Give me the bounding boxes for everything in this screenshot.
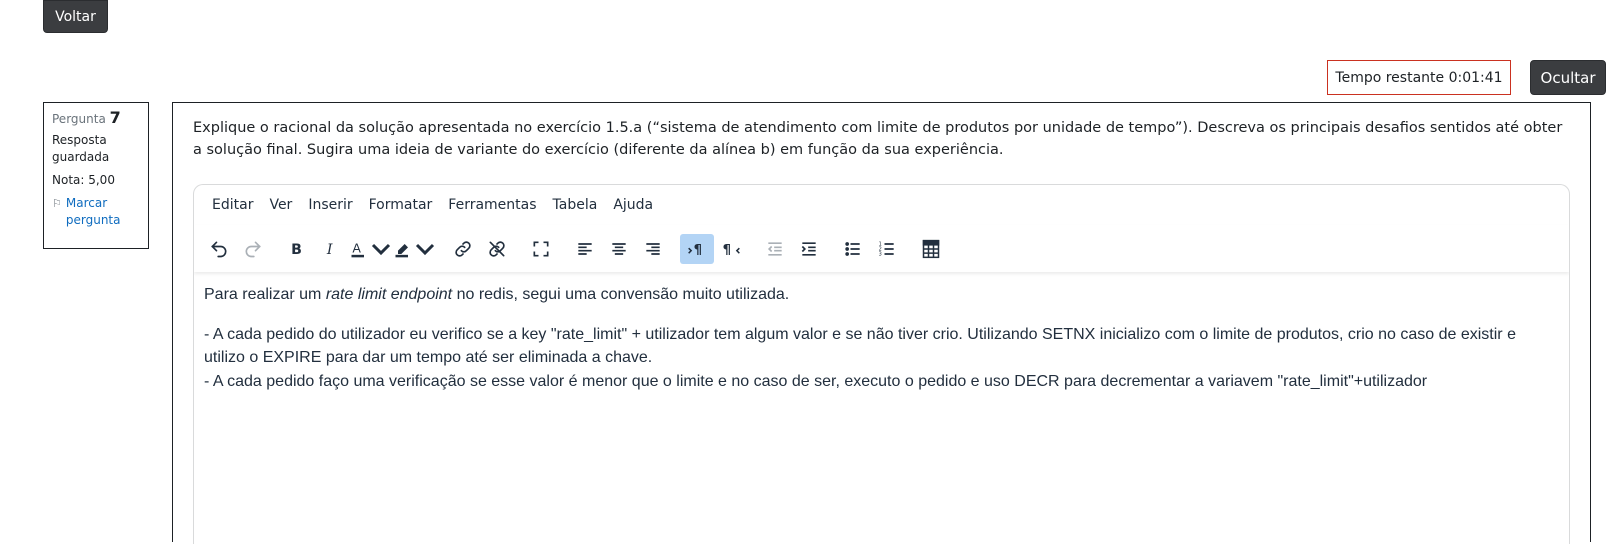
ltr-icon[interactable]: ¶ <box>680 233 714 264</box>
menu-editar[interactable]: Editar <box>204 193 261 217</box>
highlight-color-icon[interactable] <box>392 234 436 264</box>
timer-label: Tempo restante <box>1335 69 1445 86</box>
align-left-icon[interactable] <box>568 234 602 264</box>
link-icon[interactable] <box>446 234 480 264</box>
undo-icon[interactable] <box>202 234 236 264</box>
answer-emphasis: rate limit endpoint <box>325 286 453 303</box>
answer-paragraph-2: - A cada pedido do utilizador eu verific… <box>204 323 1559 394</box>
svg-text:A: A <box>352 240 361 255</box>
question-info-panel: Pergunta 7 Resposta guardada Nota: 5,00 … <box>43 102 149 249</box>
editor-toolbar: B I A ¶ ¶ 123 <box>194 225 1569 272</box>
italic-icon[interactable]: I <box>314 234 348 264</box>
flag-question-label: Marcar pergunta <box>65 196 121 227</box>
question-number: 7 <box>109 108 121 127</box>
menu-tabela[interactable]: Tabela <box>545 193 606 217</box>
svg-text:I: I <box>326 242 333 258</box>
timer-display: Tempo restante 0:01:41 <box>1327 60 1511 95</box>
svg-text:B: B <box>291 242 302 258</box>
rich-text-editor: Editar Ver Inserir Formatar Ferramentas … <box>193 184 1570 544</box>
question-content: Explique o racional da solução apresenta… <box>172 102 1591 544</box>
numbered-list-icon[interactable]: 123 <box>870 234 904 264</box>
text-color-icon[interactable]: A <box>348 234 392 264</box>
answer-line-2: - A cada pedido faço uma verificação se … <box>204 372 1428 390</box>
editor-menubar: Editar Ver Inserir Formatar Ferramentas … <box>194 185 1569 225</box>
rtl-icon[interactable]: ¶ <box>714 234 748 264</box>
question-text: Explique o racional da solução apresenta… <box>193 120 1563 158</box>
svg-text:¶: ¶ <box>723 243 731 258</box>
calculator-icon[interactable] <box>914 234 948 264</box>
hide-timer-button[interactable]: Ocultar <box>1530 60 1606 95</box>
svg-text:3: 3 <box>879 251 882 257</box>
answer-text: no redis, segui uma convensão muito util… <box>452 286 790 303</box>
redo-icon[interactable] <box>236 234 270 264</box>
outdent-icon[interactable] <box>758 234 792 264</box>
back-button[interactable]: Voltar <box>43 0 108 33</box>
menu-ferramentas[interactable]: Ferramentas <box>440 193 544 217</box>
flag-question-link[interactable]: ⚐ Marcar pergunta <box>52 195 140 229</box>
menu-inserir[interactable]: Inserir <box>300 193 360 217</box>
answer-line-1: - A cada pedido do utilizador eu verific… <box>204 325 1516 367</box>
indent-icon[interactable] <box>792 234 826 264</box>
bold-icon[interactable]: B <box>280 234 314 264</box>
answer-paragraph-1: Para realizar um rate limit endpoint no … <box>204 283 1559 307</box>
timer-value: 0:01:41 <box>1448 69 1503 86</box>
menu-ajuda[interactable]: Ajuda <box>605 193 661 217</box>
align-right-icon[interactable] <box>636 234 670 264</box>
question-label: Pergunta <box>52 112 106 126</box>
question-state: Resposta guardada <box>52 133 110 164</box>
unlink-icon[interactable] <box>480 234 514 264</box>
editor-content-area[interactable]: Para realizar um rate limit endpoint no … <box>194 277 1569 544</box>
bullet-list-icon[interactable] <box>836 234 870 264</box>
fullscreen-icon[interactable] <box>524 234 558 264</box>
menu-formatar[interactable]: Formatar <box>361 193 441 217</box>
flag-icon: ⚐ <box>52 197 62 210</box>
answer-text: Para realizar um <box>204 286 326 303</box>
menu-ver[interactable]: Ver <box>261 193 300 217</box>
svg-text:¶: ¶ <box>694 243 702 258</box>
align-center-icon[interactable] <box>602 234 636 264</box>
question-grade: Nota: 5,00 <box>52 173 115 187</box>
